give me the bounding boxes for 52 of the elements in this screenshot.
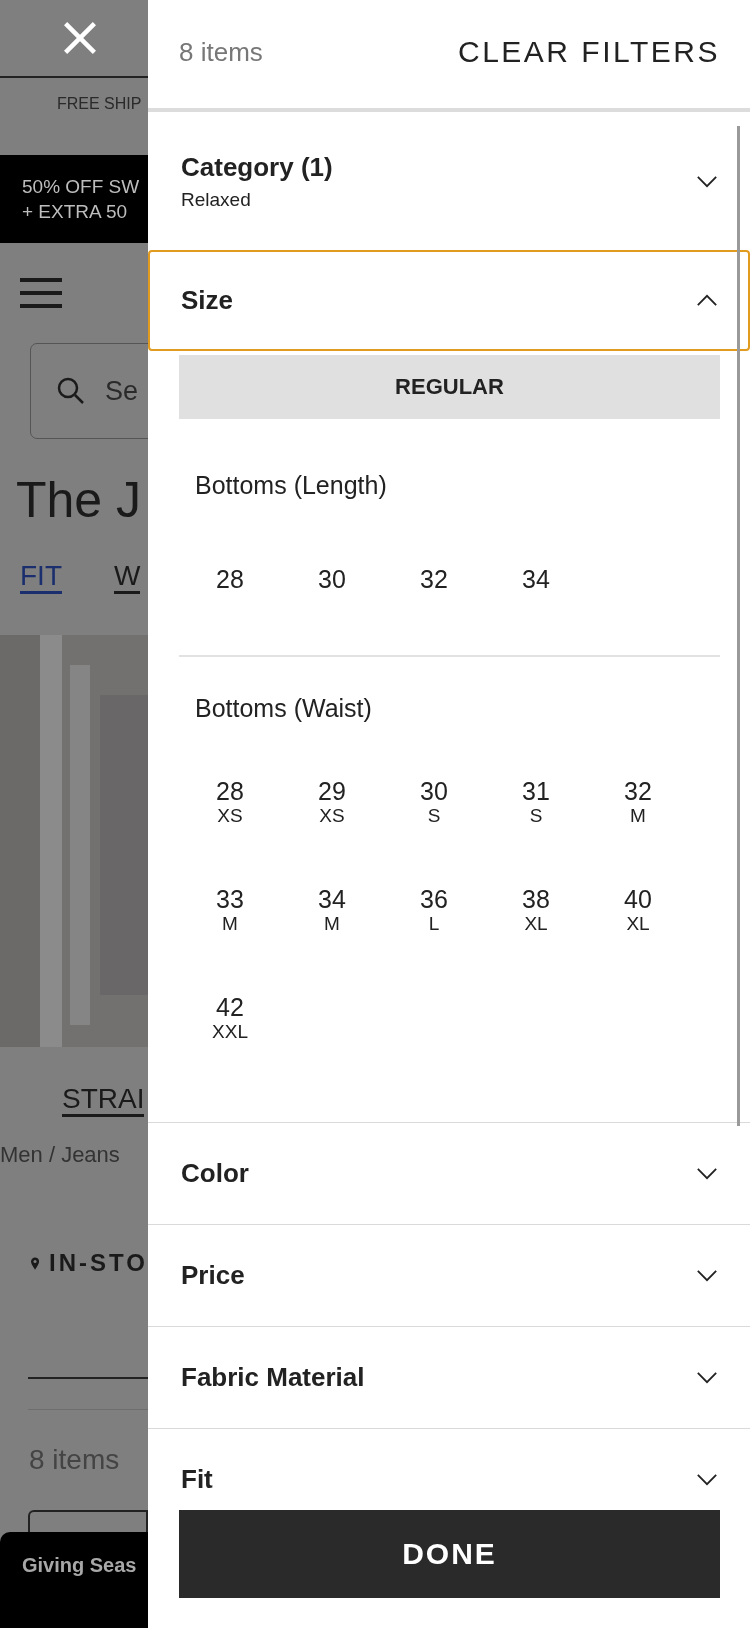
size-option[interactable]: 32: [383, 525, 485, 633]
category-link[interactable]: STRAI: [62, 1083, 145, 1117]
filter-header[interactable]: Fit: [148, 1429, 750, 1500]
banner-text: + EXTRA 50: [22, 200, 129, 224]
promo-text: FREE SHIP: [57, 95, 142, 113]
banner-text: 50% OFF SW: [22, 175, 141, 199]
clear-filters-button[interactable]: CLEAR FILTERS: [458, 35, 720, 69]
filter-header[interactable]: Size: [148, 250, 750, 351]
bottom-banner[interactable]: Giving Seas: [0, 1532, 148, 1628]
size-option[interactable]: 32 M: [587, 748, 689, 856]
filter-header[interactable]: Price: [148, 1225, 750, 1326]
chevron-down-icon: [696, 1167, 718, 1180]
size-option[interactable]: 38 XL: [485, 856, 587, 964]
chevron-down-icon: [696, 1371, 718, 1384]
size-option[interactable]: 31 S: [485, 748, 587, 856]
size-option[interactable]: 34 M: [281, 856, 383, 964]
filter-header[interactable]: Category (1) Relaxed: [148, 112, 750, 250]
tab[interactable]: W: [114, 560, 141, 594]
search-icon: [57, 377, 85, 405]
size-option[interactable]: 40 XL: [587, 856, 689, 964]
chevron-up-icon: [696, 294, 718, 307]
size-option[interactable]: 28: [179, 525, 281, 633]
menu-icon[interactable]: [20, 277, 62, 309]
size-option[interactable]: 30 S: [383, 748, 485, 856]
filter-title: Fabric Material: [181, 1362, 365, 1393]
size-group-title: Bottoms (Waist): [195, 693, 372, 723]
filter-header[interactable]: Fabric Material: [148, 1327, 750, 1428]
item-count: 8 items: [29, 1444, 120, 1476]
size-option[interactable]: 33 M: [179, 856, 281, 964]
filter-title: Category (1): [181, 151, 333, 183]
chevron-down-icon: [696, 174, 718, 188]
filter-title: Fit: [181, 1464, 213, 1495]
filter-title: Size: [181, 285, 234, 316]
size-option[interactable]: 29 XS: [281, 748, 383, 856]
filter-header[interactable]: Color: [148, 1123, 750, 1224]
close-icon[interactable]: [62, 20, 98, 56]
size-type-tab[interactable]: REGULAR: [179, 355, 720, 419]
filter-title: Price: [181, 1260, 245, 1291]
page-title: The J: [15, 471, 143, 530]
chevron-down-icon: [696, 1269, 718, 1282]
filter-title: Color: [181, 1158, 249, 1189]
done-button[interactable]: DONE: [179, 1510, 720, 1598]
size-option[interactable]: 36 L: [383, 856, 485, 964]
size-option[interactable]: 30: [281, 525, 383, 633]
size-option[interactable]: 28 XS: [179, 748, 281, 856]
size-option[interactable]: 34: [485, 525, 587, 633]
size-group-title: Bottoms (Length): [195, 470, 387, 500]
size-option[interactable]: 42 XXL: [179, 964, 281, 1072]
chevron-down-icon: [696, 1473, 718, 1486]
store-filter[interactable]: IN-STO: [49, 1249, 148, 1277]
item-count: 8 items: [179, 36, 263, 68]
filter-summary: Relaxed: [181, 188, 252, 211]
